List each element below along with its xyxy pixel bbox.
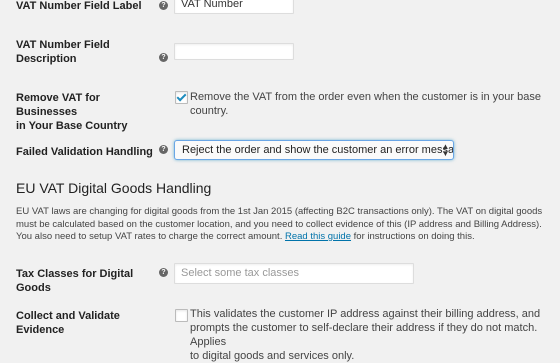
updown-arrows-icon: ▲ ▼ [441,142,450,158]
collect-evidence-text-line3: to digital goods and services only. [190,350,355,362]
remove-vat-description: Remove the VAT from the order even when … [190,90,541,118]
failed-validation-selected-value: Reject the order and show the customer a… [182,144,454,156]
failed-validation-select[interactable]: Reject the order and show the customer a… [174,140,454,160]
section-title: EU VAT Digital Goods Handling [16,180,212,196]
collect-evidence-description: This validates the customer IP address a… [190,307,560,363]
section-desc-line2: must be calculated based on the customer… [16,218,542,230]
help-icon[interactable]: ? [159,268,168,277]
collect-evidence-text-line1: This validates the customer IP address a… [190,308,541,320]
help-icon[interactable]: ? [159,145,168,154]
section-description: EU VAT laws are changing for digital goo… [16,206,546,244]
vat-description-field-label: VAT Number Field Description [16,38,156,66]
collect-evidence-text-line2: prompts the customer to self-declare the… [190,322,538,348]
vat-label-input[interactable]: VAT Number [174,0,294,14]
section-desc-line3: You also need to setup VAT rates to char… [16,231,546,244]
failed-validation-field-label: Failed Validation Handling [16,146,153,158]
remove-vat-label-line1: Remove VAT for Businesses [16,92,100,118]
section-desc-line3-before: You also need to setup VAT rates to char… [16,231,285,242]
section-desc-line3-after: for instructions on doing this. [351,231,475,242]
remove-vat-text-line1: Remove the VAT from the order even when … [190,91,541,103]
help-icon[interactable]: ? [159,53,168,62]
collect-evidence-checkbox[interactable] [175,309,188,322]
remove-vat-label-line2: in Your Base Country [16,120,128,132]
vat-label-field-label: VAT Number Field Label [16,0,142,12]
remove-vat-checkbox[interactable] [175,91,188,104]
section-desc-line1: EU VAT laws are changing for digital goo… [16,206,543,217]
vat-description-row: VAT Number Field Description ? [0,38,560,68]
vat-description-input[interactable] [174,43,294,60]
vat-description-label-line2: Description [16,53,77,65]
remove-vat-text-line2: country. [190,105,229,117]
vat-description-label-line1: VAT Number Field [16,39,110,51]
vat-label-row: VAT Number Field Label ? VAT Number [0,0,560,16]
tax-classes-placeholder: Select some tax classes [181,267,299,279]
read-guide-link[interactable]: Read this guide [285,231,351,242]
tax-classes-input[interactable]: Select some tax classes [174,263,414,284]
remove-vat-row: Remove VAT for Businesses in Your Base C… [0,90,560,132]
help-icon[interactable]: ? [159,1,168,10]
remove-vat-field-label: Remove VAT for Businesses in Your Base C… [16,91,156,133]
collect-evidence-field-label: Collect and Validate Evidence [16,310,120,336]
tax-classes-field-label: Tax Classes for Digital Goods [16,268,134,294]
